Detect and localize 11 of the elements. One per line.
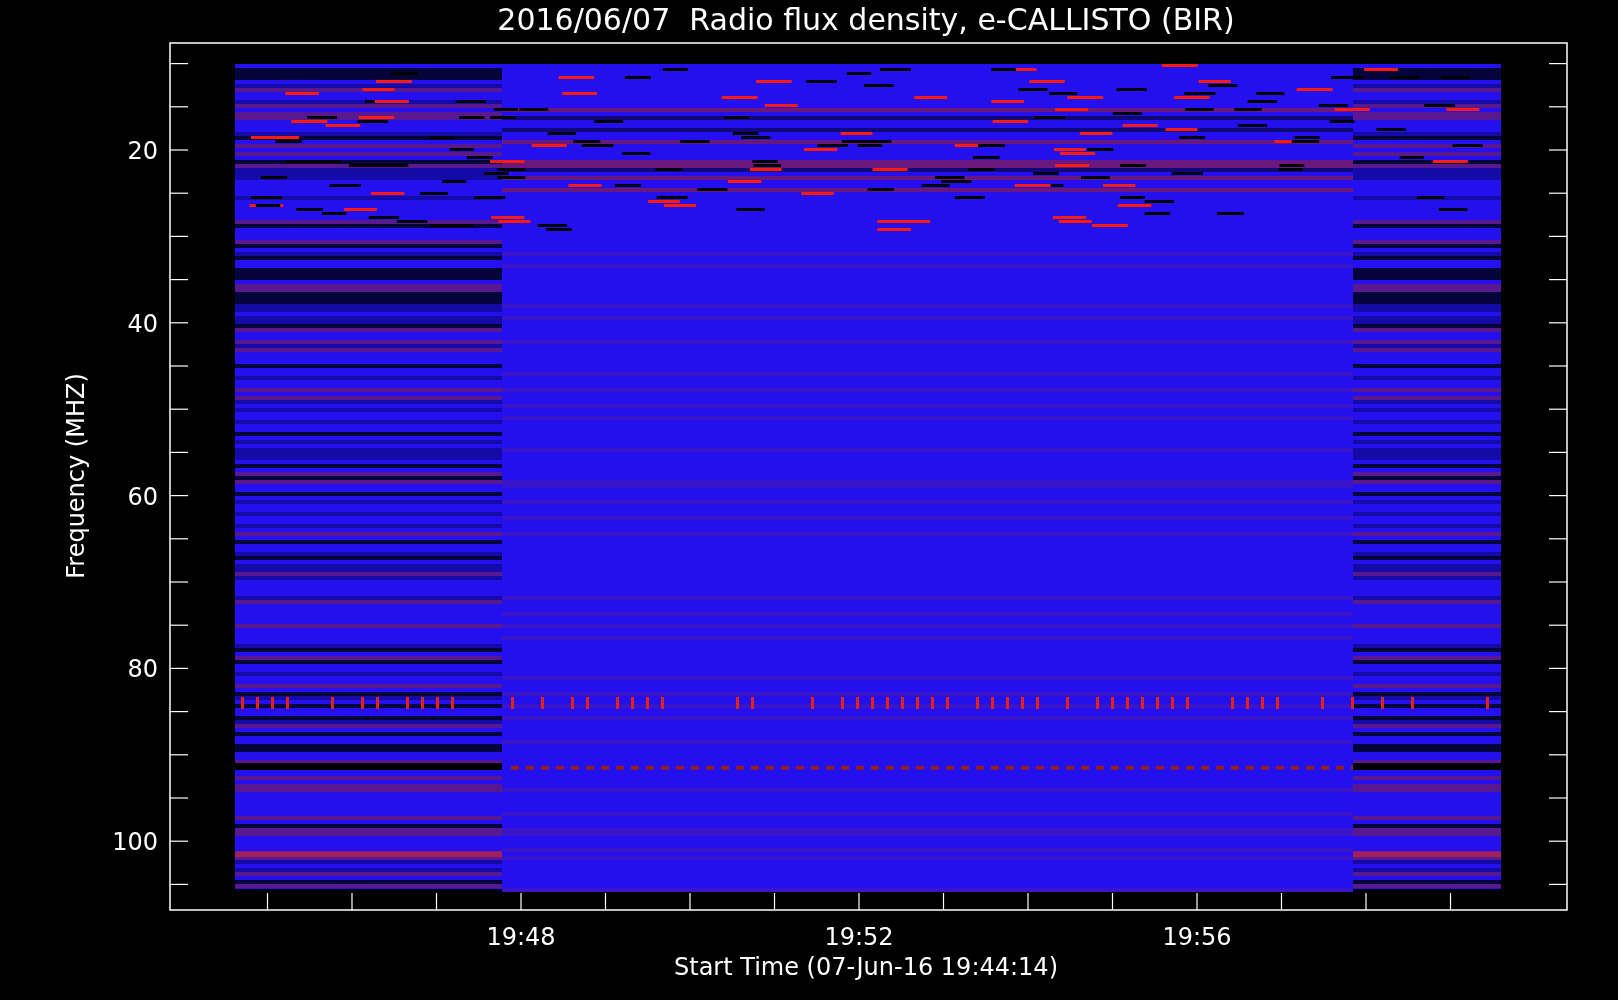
y-tick-label: 100 xyxy=(112,828,158,857)
y-tick-label: 60 xyxy=(127,482,158,511)
x-axis-label: Start Time (07-Jun-16 19:44:14) xyxy=(674,953,1058,981)
y-tick-label: 20 xyxy=(127,137,158,165)
y-axis-label: Frequency (MHZ) xyxy=(62,373,90,579)
x-tick-label: 19:48 xyxy=(486,923,556,951)
x-tick-label: 19:56 xyxy=(1162,923,1232,951)
x-tick-label: 19:52 xyxy=(824,923,894,951)
y-tick-label: 40 xyxy=(127,309,158,338)
chart-title: 2016/06/07 Radio flux density, e-CALLISTO (BIR) xyxy=(497,2,1235,37)
y-tick-label: 80 xyxy=(127,655,158,684)
